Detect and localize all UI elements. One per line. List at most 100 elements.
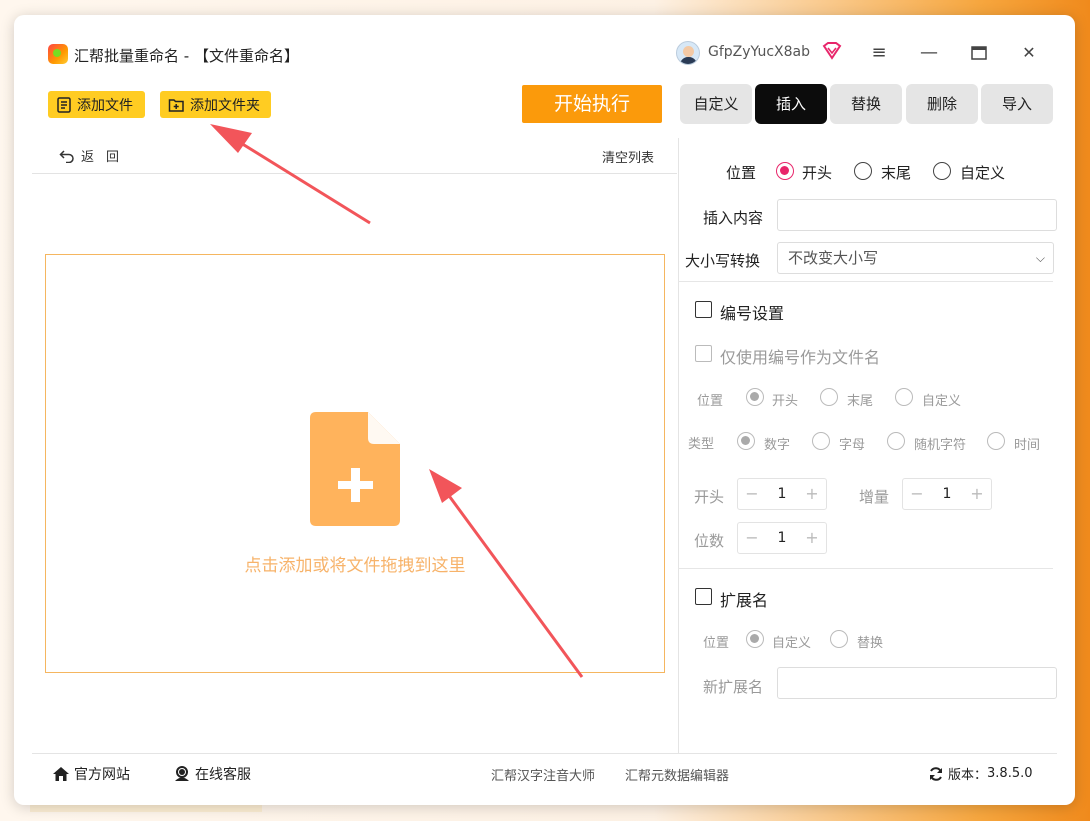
section-divider [678,281,1053,282]
minus-icon[interactable]: − [903,479,931,509]
minimize-icon[interactable]: — [917,41,941,65]
add-file-button[interactable]: 添加文件 [48,91,145,118]
insert-position-start-label: 开头 [802,164,833,182]
insert-position-custom-label: 自定义 [960,164,1006,182]
numbering-position-custom-radio[interactable] [895,388,913,406]
add-folder-icon [168,98,184,112]
add-folder-button[interactable]: 添加文件夹 [160,91,271,118]
insert-position-end-radio[interactable] [854,162,872,180]
extension-replace-label: 替换 [857,636,884,651]
numbering-title: 编号设置 [720,304,785,323]
online-support-label: 在线客服 [195,767,251,783]
online-support-link[interactable]: 在线客服 [173,764,251,784]
minus-icon[interactable]: − [738,479,766,509]
type-number-radio[interactable] [737,432,755,450]
drop-hint-text: 点击添加或将文件拖拽到这里 [244,556,466,576]
digits-value: 1 [777,530,787,546]
app-logo-icon [48,44,68,64]
tab-import[interactable]: 导入 [981,84,1053,124]
insert-content-input[interactable] [777,199,1057,231]
extension-replace-radio[interactable] [830,630,848,648]
plus-icon[interactable]: + [798,479,826,509]
case-convert-value: 不改变大小写 [788,249,879,267]
type-time-radio[interactable] [987,432,1005,450]
start-number-value: 1 [777,486,787,502]
type-letter-label: 字母 [839,438,866,453]
start-button[interactable]: 开始执行 [522,85,662,123]
title-bar: 汇帮批量重命名 - 【文件重命名】 GfpZyYucX8ab ≡ — ✕ [14,15,1075,89]
only-number-checkbox[interactable] [695,345,712,362]
tab-custom[interactable]: 自定义 [680,84,752,124]
numbering-position-start-label: 开头 [772,394,799,409]
vip-diamond-icon[interactable] [822,42,842,60]
extension-position-label: 位置 [703,636,730,651]
numbering-position-end-radio[interactable] [820,388,838,406]
numbering-checkbox[interactable] [695,301,712,318]
type-time-label: 时间 [1014,438,1041,453]
app-title: 汇帮批量重命名 - 【文件重命名】 [74,47,299,65]
increment-label: 增量 [859,488,890,506]
plus-icon[interactable]: + [798,523,826,553]
file-list-icon [57,96,71,113]
new-extension-label: 新扩展名 [703,678,764,696]
official-website-label: 官方网站 [74,767,130,783]
close-icon[interactable]: ✕ [1017,41,1041,65]
back-label: 返回 [81,150,132,165]
numbering-position-start-radio[interactable] [746,388,764,406]
type-number-label: 数字 [764,438,791,453]
app-window: 汇帮批量重命名 - 【文件重命名】 GfpZyYucX8ab ≡ — ✕ 添加文… [14,15,1075,805]
case-convert-select[interactable]: 不改变大小写 ⌵ [777,242,1054,274]
type-letter-radio[interactable] [812,432,830,450]
official-website-link[interactable]: 官方网站 [52,764,130,784]
numbering-position-custom-label: 自定义 [922,394,962,409]
digits-stepper[interactable]: − 1 + [737,522,827,554]
plus-icon[interactable]: + [963,479,991,509]
version-label: 版本： [948,768,988,783]
increment-value: 1 [942,486,952,502]
add-file-icon [310,412,400,526]
numbering-position-end-label: 末尾 [847,394,874,409]
type-random-radio[interactable] [887,432,905,450]
insert-position-label: 位置 [726,164,757,182]
tab-insert[interactable]: 插入 [755,84,827,124]
extension-custom-radio[interactable] [746,630,764,648]
insert-position-custom-radio[interactable] [933,162,951,180]
section-divider [678,568,1053,569]
tab-replace[interactable]: 替换 [830,84,902,124]
list-divider [32,173,677,174]
version-info[interactable]: 版本： 3.8.5.0 [928,764,1033,783]
customer-service-icon [175,766,189,781]
increment-stepper[interactable]: − 1 + [902,478,992,510]
new-extension-input[interactable] [777,667,1057,699]
maximize-icon[interactable] [967,41,991,65]
file-drop-zone[interactable]: 点击添加或将文件拖拽到这里 [45,254,665,673]
clear-list-button[interactable]: 清空列表 [602,147,654,166]
menu-icon[interactable]: ≡ [867,41,891,65]
username[interactable]: GfpZyYucX8ab [708,44,810,60]
metadata-editor-link[interactable]: 汇帮元数据编辑器 [625,765,729,784]
case-convert-label: 大小写转换 [685,252,761,270]
digits-label: 位数 [694,532,725,550]
version-number: 3.8.5.0 [987,766,1033,781]
chevron-down-icon: ⌵ [1035,251,1045,265]
refresh-icon [930,766,942,781]
pinyin-app-link[interactable]: 汇帮汉字注音大师 [491,765,595,784]
numbering-position-label: 位置 [697,394,724,409]
insert-content-label: 插入内容 [703,209,764,227]
type-random-label: 随机字符 [914,438,967,453]
home-icon [53,767,69,781]
add-file-label: 添加文件 [77,97,133,114]
back-button[interactable]: 返回 [59,146,131,165]
extension-checkbox[interactable] [695,588,712,605]
only-number-label: 仅使用编号作为文件名 [720,348,881,367]
add-folder-label: 添加文件夹 [190,97,260,114]
start-number-stepper[interactable]: − 1 + [737,478,827,510]
numbering-type-label: 类型 [688,437,715,452]
insert-position-end-label: 末尾 [881,164,912,182]
tab-delete[interactable]: 删除 [906,84,978,124]
undo-arrow-icon [59,149,74,163]
minus-icon[interactable]: − [738,523,766,553]
user-avatar[interactable] [676,41,700,65]
insert-position-start-radio[interactable] [776,162,794,180]
footer-divider [32,753,1057,754]
